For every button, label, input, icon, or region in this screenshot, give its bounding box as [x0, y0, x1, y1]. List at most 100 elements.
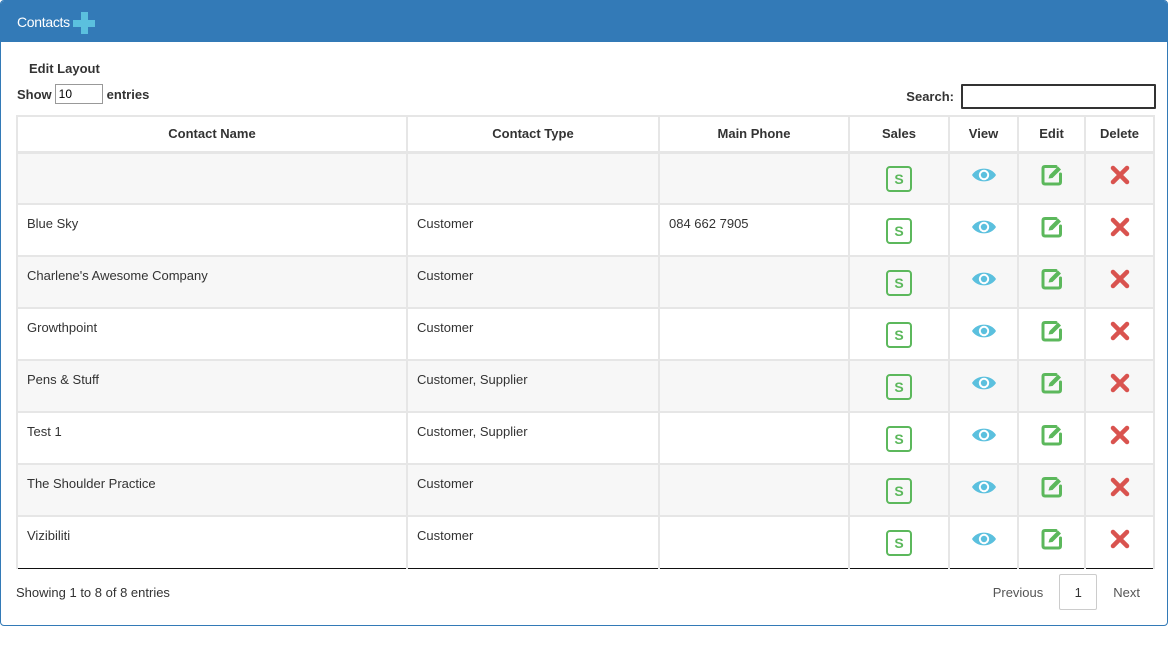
col-header-sales: Sales [848, 115, 950, 154]
contact-type-cell: Customer [406, 515, 660, 569]
edit-icon[interactable] [1040, 475, 1064, 502]
table-row: Test 1 Customer, Supplier S [16, 411, 1155, 465]
view-cell [948, 307, 1019, 361]
col-header-edit: Edit [1017, 115, 1086, 154]
delete-icon[interactable] [1110, 321, 1130, 344]
sales-icon[interactable]: S [886, 374, 912, 400]
delete-cell [1084, 255, 1155, 309]
delete-cell [1084, 515, 1155, 569]
delete-icon[interactable] [1110, 217, 1130, 240]
panel-title: Contacts [17, 13, 70, 30]
edit-cell [1017, 411, 1086, 465]
contacts-table: Contact Name Contact Type Main Phone Sal… [16, 115, 1155, 569]
sales-icon[interactable]: S [886, 530, 912, 557]
delete-cell [1084, 151, 1155, 205]
col-header-contact-type[interactable]: Contact Type [406, 115, 660, 154]
delete-cell [1084, 411, 1155, 465]
edit-layout-link[interactable]: Edit Layout [29, 61, 100, 76]
edit-icon[interactable] [1040, 371, 1064, 398]
sales-cell: S [848, 359, 950, 413]
table-row: S [16, 151, 1155, 205]
table-header-row: Contact Name Contact Type Main Phone Sal… [16, 115, 1155, 154]
contact-name-cell: Pens & Stuff [16, 359, 408, 413]
sales-icon[interactable]: S [886, 166, 912, 193]
edit-cell [1017, 359, 1086, 413]
col-header-main-phone[interactable]: Main Phone [658, 115, 850, 154]
search-label: Search: [906, 89, 954, 104]
eye-icon[interactable] [971, 529, 997, 552]
sales-icon[interactable]: S [886, 322, 912, 348]
edit-cell [1017, 515, 1086, 569]
entries-per-page-input[interactable] [54, 84, 103, 104]
show-label: Show [17, 86, 52, 102]
previous-page-button[interactable]: Previous [977, 585, 1060, 600]
delete-icon[interactable] [1110, 477, 1130, 500]
edit-icon[interactable] [1040, 163, 1064, 190]
next-page-button[interactable]: Next [1097, 585, 1156, 600]
contact-type-cell: Customer, Supplier [406, 359, 660, 413]
main-phone-cell [658, 255, 850, 309]
eye-icon[interactable] [971, 373, 997, 396]
sales-cell: S [848, 151, 950, 205]
view-cell [948, 463, 1019, 517]
edit-icon[interactable] [1040, 319, 1064, 346]
edit-cell [1017, 255, 1086, 309]
eye-icon[interactable] [971, 321, 997, 344]
main-phone-cell [658, 307, 850, 361]
delete-icon[interactable] [1110, 373, 1130, 396]
delete-icon[interactable] [1110, 425, 1130, 448]
edit-icon[interactable] [1040, 423, 1064, 450]
sales-icon[interactable]: S [886, 218, 912, 244]
contact-name-cell: Vizibiliti [16, 515, 408, 569]
add-contact-plus-icon[interactable] [72, 11, 95, 34]
edit-icon[interactable] [1040, 267, 1064, 294]
entries-length-control: Show entries [17, 84, 149, 104]
delete-icon[interactable] [1110, 165, 1130, 188]
sales-icon[interactable]: S [886, 478, 912, 504]
main-phone-cell [658, 411, 850, 465]
delete-icon[interactable] [1110, 269, 1130, 292]
table-row: Pens & Stuff Customer, Supplier S [16, 359, 1155, 413]
contact-name-cell: Charlene's Awesome Company [16, 255, 408, 309]
view-cell [948, 151, 1019, 205]
contact-type-cell: Customer [406, 203, 660, 257]
main-phone-cell [658, 359, 850, 413]
view-cell [948, 359, 1019, 413]
edit-icon[interactable] [1040, 527, 1064, 554]
sales-cell: S [848, 255, 950, 309]
view-cell [948, 203, 1019, 257]
view-cell [948, 411, 1019, 465]
delete-cell [1084, 307, 1155, 361]
main-phone-cell [658, 515, 850, 569]
main-phone-cell [658, 151, 850, 205]
col-header-contact-name[interactable]: Contact Name [16, 115, 408, 154]
eye-icon[interactable] [971, 269, 997, 292]
contact-name-cell: Growthpoint [16, 307, 408, 361]
sales-cell: S [848, 463, 950, 517]
delete-icon[interactable] [1110, 529, 1130, 552]
contact-type-cell: Customer [406, 463, 660, 517]
contact-type-cell [406, 151, 660, 205]
contact-name-cell: Blue Sky [16, 203, 408, 257]
search-control: Search: [906, 84, 1156, 109]
eye-icon[interactable] [971, 165, 997, 188]
contact-name-cell: Test 1 [16, 411, 408, 465]
search-input[interactable] [961, 84, 1156, 109]
eye-icon[interactable] [971, 217, 997, 240]
col-header-view: View [948, 115, 1019, 154]
table-row: Growthpoint Customer S [16, 307, 1155, 361]
eye-icon[interactable] [971, 425, 997, 448]
edit-cell [1017, 203, 1086, 257]
sales-icon[interactable]: S [886, 426, 912, 452]
table-row: Blue Sky Customer 084 662 7905 S [16, 203, 1155, 257]
delete-cell [1084, 203, 1155, 257]
delete-cell [1084, 359, 1155, 413]
sales-cell: S [848, 411, 950, 465]
current-page-button[interactable]: 1 [1059, 574, 1098, 610]
contact-type-cell: Customer, Supplier [406, 411, 660, 465]
eye-icon[interactable] [971, 477, 997, 500]
table-row: Charlene's Awesome Company Customer S [16, 255, 1155, 309]
edit-icon[interactable] [1040, 215, 1064, 242]
sales-cell: S [848, 203, 950, 257]
sales-icon[interactable]: S [886, 270, 912, 296]
